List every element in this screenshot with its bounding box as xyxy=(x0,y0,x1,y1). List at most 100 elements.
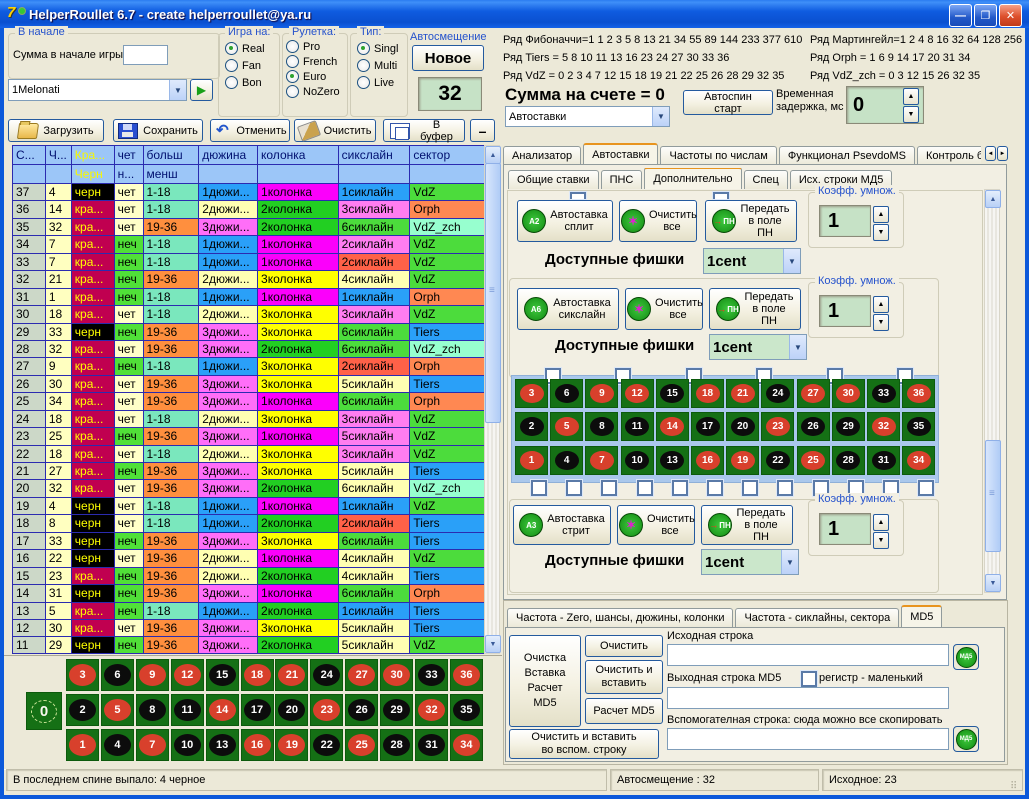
street-checkbox[interactable] xyxy=(601,480,617,496)
scroll-up-icon[interactable]: ▲ xyxy=(985,190,1001,208)
tab-scroll-right-icon[interactable]: ► xyxy=(997,146,1008,161)
main-tab-4[interactable]: Функционал PsevdoMS xyxy=(779,146,915,165)
number-cell-29[interactable]: 29 xyxy=(832,412,865,441)
history-column-header[interactable] xyxy=(258,165,339,184)
spin-up-icon[interactable]: ▲ xyxy=(873,206,889,223)
number-cell-9[interactable]: 9 xyxy=(136,659,169,691)
clear-all-button-3[interactable]: Очистить все xyxy=(617,505,695,545)
history-row[interactable]: 2832кра...чет19-363дюжи...2колонка6сикла… xyxy=(13,341,487,358)
street-checkbox[interactable] xyxy=(742,480,758,496)
coef-spinner-3[interactable]: ▲ ▼ xyxy=(873,514,889,549)
coef-spinner-2[interactable]: ▲ ▼ xyxy=(873,296,889,331)
number-cell-12[interactable]: 12 xyxy=(621,379,654,408)
history-scrollbar[interactable]: ▲ ▼ xyxy=(484,145,500,654)
street-checkbox[interactable] xyxy=(672,480,688,496)
number-cell-30[interactable]: 30 xyxy=(380,659,413,691)
minimize-button[interactable]: — xyxy=(949,4,972,27)
number-cell-28[interactable]: 28 xyxy=(380,729,413,761)
md5-clear-paste-button[interactable]: Очистить и вставить xyxy=(585,660,663,694)
autobet-street-button[interactable]: А3 Автоставка стрит xyxy=(513,505,611,545)
scroll-thumb[interactable] xyxy=(485,163,501,423)
sub-tab-1[interactable]: Общие ставки xyxy=(508,170,599,189)
sub-tab-4[interactable]: Спец xyxy=(744,170,788,189)
number-cell-25[interactable]: 25 xyxy=(345,729,378,761)
number-cell-18[interactable]: 18 xyxy=(691,379,724,408)
number-cell-32[interactable]: 32 xyxy=(867,412,900,441)
md5-calc-icon[interactable]: МД5 xyxy=(953,644,979,670)
main-tab-5[interactable]: Контроль банкрол xyxy=(917,146,981,165)
number-cell-4[interactable]: 4 xyxy=(101,729,134,761)
number-cell-9[interactable]: 9 xyxy=(585,379,618,408)
number-cell-31[interactable]: 31 xyxy=(867,446,900,475)
number-cell-1[interactable]: 1 xyxy=(66,729,99,761)
spin-down-icon[interactable]: ▼ xyxy=(873,314,889,331)
history-row[interactable]: 194чернчет1-181дюжи...1колонка1сиклайнVd… xyxy=(13,498,487,515)
start-sum-input[interactable] xyxy=(123,45,168,65)
history-column-header[interactable] xyxy=(410,165,487,184)
number-cell-19[interactable]: 19 xyxy=(726,446,759,475)
autobet-sixline-button[interactable]: А6 Автоставка сикслайн xyxy=(517,288,619,330)
chevron-down-icon[interactable]: ▼ xyxy=(783,249,800,273)
number-cell-24[interactable]: 24 xyxy=(761,379,794,408)
partial-checkbox[interactable] xyxy=(570,192,586,199)
number-cell-3[interactable]: 3 xyxy=(66,659,99,691)
md5-stack-button[interactable]: Очистка Вставка Расчет MD5 xyxy=(509,635,581,727)
history-row[interactable]: 2127кра...неч19-363дюжи...3колонка5сикла… xyxy=(13,463,487,480)
history-row[interactable]: 1230кра...чет19-363дюжи...3колонка5сикла… xyxy=(13,620,487,637)
number-cell-14[interactable]: 14 xyxy=(656,412,689,441)
number-cell-35[interactable]: 35 xyxy=(450,694,483,726)
number-cell-15[interactable]: 15 xyxy=(656,379,689,408)
play-button[interactable]: ▶ xyxy=(190,79,213,101)
title-bar[interactable]: 7 HelperRoullet 6.7 - create helperroull… xyxy=(0,0,1029,28)
number-cell-21[interactable]: 21 xyxy=(726,379,759,408)
number-cell-13[interactable]: 13 xyxy=(206,729,239,761)
number-cell-6[interactable]: 6 xyxy=(101,659,134,691)
history-row[interactable]: 2325кра...неч19-363дюжи...1колонка5сикла… xyxy=(13,428,487,445)
number-cell-10[interactable]: 10 xyxy=(621,446,654,475)
number-cell-7[interactable]: 7 xyxy=(136,729,169,761)
street-checkbox[interactable] xyxy=(637,480,653,496)
number-cell-1[interactable]: 1 xyxy=(515,446,548,475)
radio-fan[interactable]: Fan xyxy=(225,59,279,72)
number-cell-8[interactable]: 8 xyxy=(585,412,618,441)
clear-all-button-2[interactable]: Очистить все xyxy=(625,288,703,330)
zero-cell[interactable]: 0 xyxy=(26,692,62,730)
number-cell-32[interactable]: 32 xyxy=(415,694,448,726)
number-cell-17[interactable]: 17 xyxy=(241,694,274,726)
transfer-pn-button-1[interactable]: ПН Передать в поле ПН xyxy=(705,200,797,242)
chips-dropdown-1[interactable]: 1cent ▼ xyxy=(703,248,801,274)
street-checkbox[interactable] xyxy=(777,480,793,496)
maximize-button[interactable]: ❐ xyxy=(974,4,997,27)
freq-tab-3[interactable]: MD5 xyxy=(901,605,942,627)
history-row[interactable]: 3614кра...чет1-182дюжи...2колонка3сиклай… xyxy=(13,201,487,218)
history-row[interactable]: 2630кра...чет19-363дюжи...3колонка5сикла… xyxy=(13,376,487,393)
spin-up-icon[interactable]: ▲ xyxy=(873,296,889,313)
number-cell-8[interactable]: 8 xyxy=(136,694,169,726)
tab-scroll-left-icon[interactable]: ◄ xyxy=(985,146,996,161)
number-cell-25[interactable]: 25 xyxy=(797,446,830,475)
street-checkbox[interactable] xyxy=(566,480,582,496)
radio-french[interactable]: French xyxy=(286,55,347,68)
number-cell-10[interactable]: 10 xyxy=(171,729,204,761)
number-cell-2[interactable]: 2 xyxy=(66,694,99,726)
clear-all-button-1[interactable]: Очистить все xyxy=(619,200,697,242)
history-row[interactable]: 2218кра...чет1-182дюжи...3колонка3сиклай… xyxy=(13,446,487,463)
history-row[interactable]: 1431черннеч19-363дюжи...1колонка6сиклайн… xyxy=(13,585,487,602)
number-cell-16[interactable]: 16 xyxy=(241,729,274,761)
number-cell-29[interactable]: 29 xyxy=(380,694,413,726)
number-cell-36[interactable]: 36 xyxy=(450,659,483,691)
radio-live[interactable]: Live xyxy=(357,76,407,89)
main-tab-3[interactable]: Частоты по числам xyxy=(660,146,776,165)
number-cell-7[interactable]: 7 xyxy=(585,446,618,475)
transfer-pn-button-2[interactable]: ПН Передать в поле ПН xyxy=(709,288,801,330)
number-cell-23[interactable]: 23 xyxy=(310,694,343,726)
history-row[interactable]: 3221кра...неч19-362дюжи...3колонка4сикла… xyxy=(13,271,487,288)
chevron-down-icon[interactable]: ▼ xyxy=(652,107,669,126)
history-row[interactable]: 337кра...неч1-181дюжи...1колонка2сиклайн… xyxy=(13,254,487,271)
history-row[interactable]: 2933черннеч19-363дюжи...3колонка6сиклайн… xyxy=(13,324,487,341)
history-row[interactable]: 188чернчет1-181дюжи...2колонка2сиклайнTi… xyxy=(13,515,487,532)
history-column-header[interactable]: Кра... xyxy=(72,146,115,165)
scroll-down-icon[interactable]: ▼ xyxy=(485,635,501,653)
md5-source-input[interactable] xyxy=(667,644,949,666)
md5-calc-button[interactable]: Расчет MD5 xyxy=(585,698,663,724)
